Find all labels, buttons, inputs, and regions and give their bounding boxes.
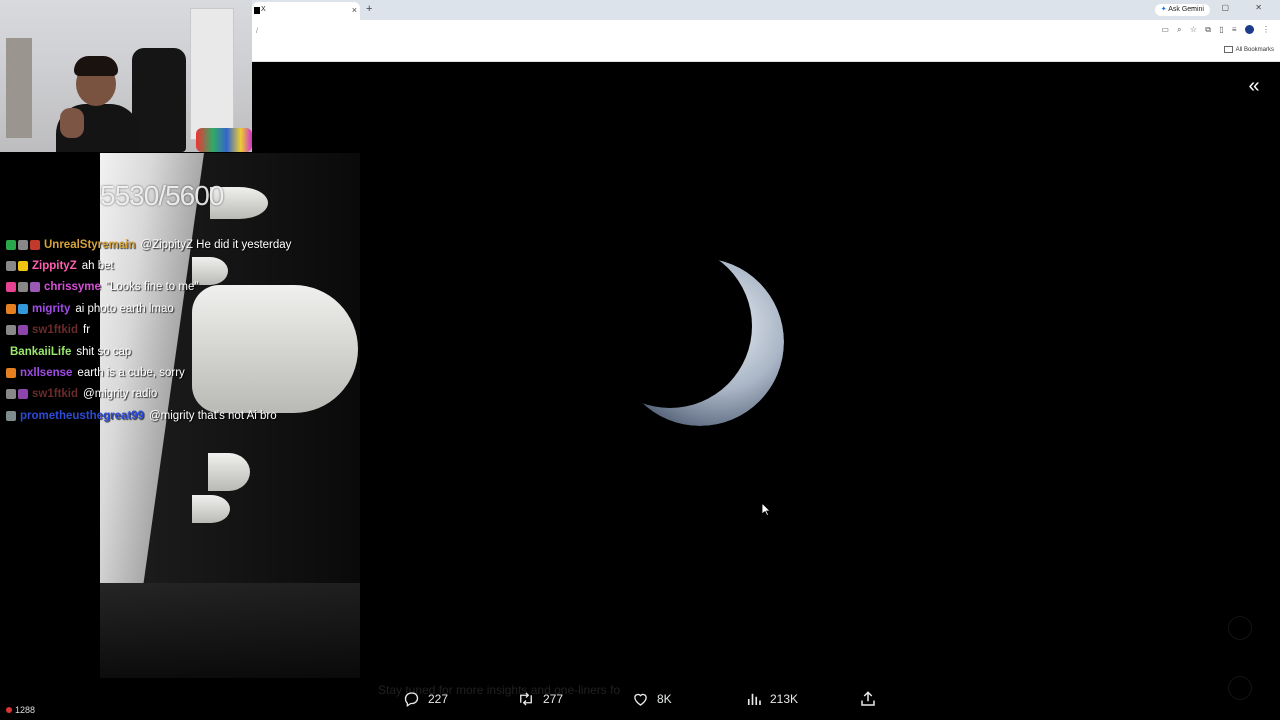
view-count: 213K xyxy=(770,692,799,706)
repost-button[interactable]: 277 xyxy=(516,688,563,710)
chat-badge-icon xyxy=(18,325,28,336)
chat-badges xyxy=(6,303,28,314)
like-count: 8K xyxy=(657,692,672,706)
live-dot-icon xyxy=(6,707,12,713)
views-button[interactable]: 213K xyxy=(745,688,798,710)
streamer-webcam xyxy=(0,0,252,152)
chat-message: sw1ftkid @migrity radio xyxy=(6,384,366,405)
reply-button[interactable]: 227 xyxy=(402,688,448,710)
chat-badge-icon xyxy=(18,303,28,314)
chat-badge-icon xyxy=(30,239,40,250)
chat-username[interactable]: ZippityZ xyxy=(32,258,77,274)
analytics-bars-icon xyxy=(747,693,761,705)
chat-badges xyxy=(6,410,16,421)
chat-username[interactable]: sw1ftkid xyxy=(32,322,78,338)
chat-text: @ZippityZ He did it yesterday xyxy=(140,238,292,251)
chat-badge-icon xyxy=(18,282,28,293)
chat-badge-icon xyxy=(18,239,28,250)
chat-badge-icon xyxy=(30,282,40,293)
chat-badge-icon xyxy=(6,282,16,293)
collapse-panel-icon[interactable]: « xyxy=(1243,76,1265,98)
chat-text: ai photo earth lmao xyxy=(75,302,174,315)
chat-message: UnrealStyremain @ZippityZ He did it yeste… xyxy=(6,234,366,255)
chat-username[interactable]: BankaiiLife xyxy=(10,344,71,360)
chat-badges xyxy=(6,261,28,272)
chat-text: @migrity that's not Ai bro xyxy=(148,409,277,422)
chat-badge-icon xyxy=(6,410,16,421)
chat-badges xyxy=(6,325,28,336)
streamer-hand xyxy=(60,108,84,138)
share-upload-icon xyxy=(861,691,875,706)
chat-text: fr xyxy=(83,324,91,337)
chat-message: prometheusthegreat99 @migrity that's not … xyxy=(6,405,366,426)
faint-avatar xyxy=(1228,616,1252,640)
overlay-fade xyxy=(100,583,360,678)
stream-chat: UnrealStyremain @ZippityZ He did it yeste… xyxy=(6,234,366,427)
chat-badge-icon xyxy=(18,389,28,400)
mouse-cursor-icon xyxy=(762,503,770,516)
like-button[interactable]: 8K xyxy=(631,688,672,710)
chat-message: BankaiiLife shit so cap xyxy=(6,341,366,362)
chat-username[interactable]: migrity xyxy=(32,301,70,317)
viewer-counter: 1288 xyxy=(6,705,35,715)
moon-crescent xyxy=(616,258,784,426)
chat-badge-icon xyxy=(18,261,28,272)
chat-message: migrity ai photo earth lmao xyxy=(6,298,366,319)
faint-avatar xyxy=(1228,676,1252,700)
cat-tree xyxy=(6,38,32,138)
share-button[interactable] xyxy=(859,688,877,710)
chat-badges xyxy=(6,239,40,250)
rocket-nozzle xyxy=(208,453,250,491)
chat-username[interactable]: chrissyme xyxy=(44,279,101,295)
chat-text: earth is a cube, sorry xyxy=(77,367,185,380)
reply-count: 227 xyxy=(428,692,449,706)
chat-username[interactable]: prometheusthegreat99 xyxy=(20,408,144,424)
rocket-nozzle xyxy=(192,495,230,523)
gaming-chair xyxy=(132,48,186,152)
chat-text: @migrity radio xyxy=(83,388,158,401)
chat-message: chrissyme "Looks fine to me" xyxy=(6,277,366,298)
repost-count: 277 xyxy=(543,692,564,706)
background-door xyxy=(190,8,234,140)
chat-username[interactable]: nxllsense xyxy=(20,365,72,381)
chat-message: nxllsense earth is a cube, sorry xyxy=(6,362,366,383)
chat-badge-icon xyxy=(6,303,16,314)
chat-text: ah bet xyxy=(81,260,114,273)
chat-badge-icon xyxy=(6,368,16,379)
chat-badge-icon xyxy=(6,239,16,250)
sub-goal-counter: 5530/5600 xyxy=(100,180,224,211)
chat-badge-icon xyxy=(6,389,16,400)
chat-badges xyxy=(6,389,28,400)
background-toys xyxy=(196,128,252,152)
chat-message: sw1ftkid fr xyxy=(6,320,366,341)
chat-badge-icon xyxy=(6,261,16,272)
chat-text: shit so cap xyxy=(76,345,132,358)
chat-badge-icon xyxy=(6,325,16,336)
chat-text: "Looks fine to me" xyxy=(105,281,199,294)
repost-icon xyxy=(520,692,532,706)
reply-bubble-icon xyxy=(404,692,419,708)
chat-badges xyxy=(6,282,40,293)
viewer-count: 1288 xyxy=(15,705,36,715)
heart-icon xyxy=(634,693,647,706)
chat-username[interactable]: UnrealStyremain xyxy=(44,237,135,253)
chat-badges xyxy=(6,368,16,379)
chat-username[interactable]: sw1ftkid xyxy=(32,386,78,402)
streamer-hair xyxy=(74,56,118,76)
chat-message: ZippityZ ah bet xyxy=(6,255,366,276)
